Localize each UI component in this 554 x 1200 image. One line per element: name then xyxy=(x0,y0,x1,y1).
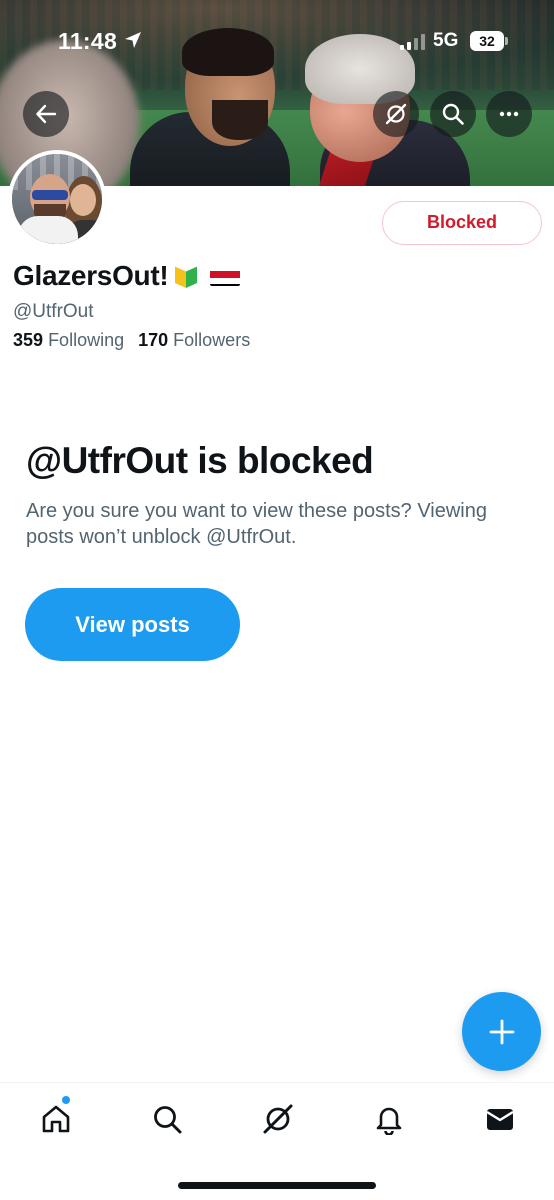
tab-search[interactable] xyxy=(149,1101,185,1137)
followers-count: 170 xyxy=(138,330,169,350)
status-bar: 11:48 5G 32 xyxy=(0,0,554,86)
following-count: 359 xyxy=(13,330,44,350)
home-icon xyxy=(42,1105,70,1133)
profile-avatar[interactable] xyxy=(8,150,106,248)
messages-icon xyxy=(486,1109,514,1130)
blocked-description: Are you sure you want to view these post… xyxy=(26,500,487,548)
profile-page: 11:48 5G 32 Blocked GlazersOut! @UtfrOut… xyxy=(0,0,554,1200)
grok-icon xyxy=(385,103,407,125)
display-name: GlazersOut! xyxy=(13,260,241,292)
more-icon xyxy=(499,111,519,117)
back-arrow-icon xyxy=(36,104,57,124)
home-indicator xyxy=(178,1182,376,1189)
location-arrow-icon xyxy=(125,32,141,48)
yemen-flag-icon xyxy=(210,266,241,286)
display-name-text: GlazersOut! xyxy=(13,260,169,291)
tab-notifications[interactable] xyxy=(371,1101,407,1137)
followers-label: Followers xyxy=(173,330,251,350)
notifications-icon xyxy=(376,1107,402,1135)
follow-stats: 359 Following 170 Followers xyxy=(13,330,250,351)
network-type: 5G xyxy=(433,30,459,51)
grok-button[interactable] xyxy=(373,91,419,137)
search-icon xyxy=(442,103,464,125)
tab-home[interactable] xyxy=(38,1101,74,1137)
blocked-button[interactable]: Blocked xyxy=(382,201,542,245)
grok-icon xyxy=(263,1104,293,1134)
plus-icon xyxy=(489,1019,514,1044)
tab-grok[interactable] xyxy=(260,1101,296,1137)
view-posts-button[interactable]: View posts xyxy=(25,588,240,661)
status-time: 11:48 xyxy=(58,28,118,54)
battery-level: 32 xyxy=(479,33,495,49)
cellular-signal-icon xyxy=(400,34,425,50)
blocked-title: @UtfrOut is blocked xyxy=(26,440,374,481)
search-icon xyxy=(154,1106,182,1134)
profile-handle: @UtfrOut xyxy=(13,301,94,322)
bottom-tab-bar xyxy=(0,1082,554,1200)
tab-messages[interactable] xyxy=(482,1101,518,1137)
home-notification-dot xyxy=(61,1095,71,1105)
following-link[interactable]: 359 Following xyxy=(13,330,124,350)
battery-icon: 32 xyxy=(470,31,504,51)
search-button[interactable] xyxy=(430,91,476,137)
following-label: Following xyxy=(48,330,125,350)
compose-post-button[interactable] xyxy=(462,992,541,1071)
back-button[interactable] xyxy=(23,91,69,137)
more-options-button[interactable] xyxy=(486,91,532,137)
followers-link[interactable]: 170 Followers xyxy=(138,330,250,350)
beginner-mark-icon xyxy=(175,265,198,288)
